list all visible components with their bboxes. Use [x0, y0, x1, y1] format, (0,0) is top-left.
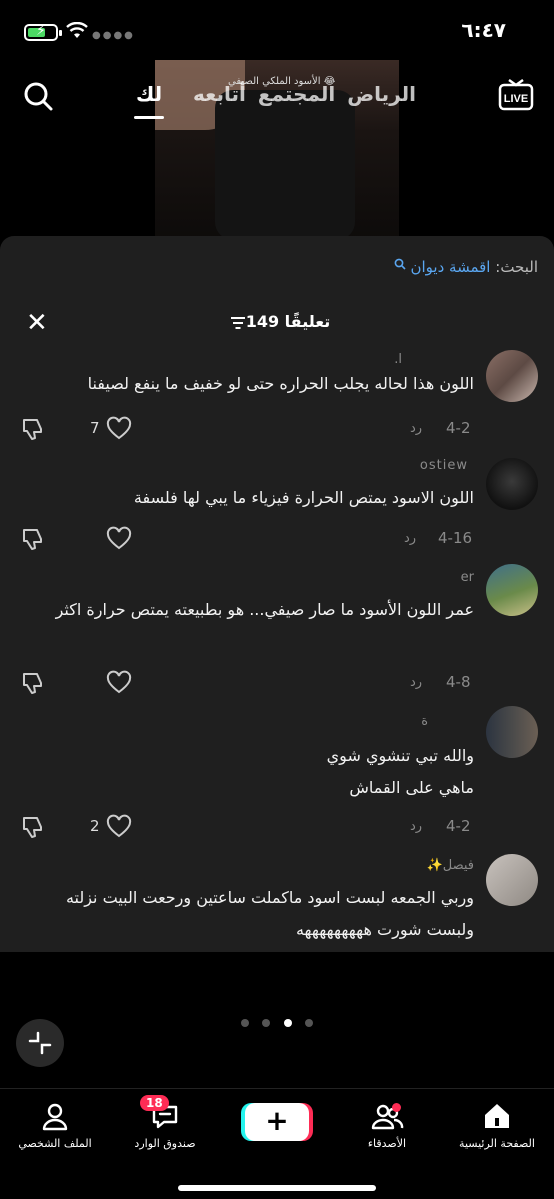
signal-icon: ●●●●	[92, 30, 135, 41]
comment-author[interactable]: فيصل✨	[427, 858, 474, 873]
comment-actions: 2 رد 4-2	[0, 814, 554, 840]
live-icon[interactable]: LIVE	[498, 78, 534, 114]
dislike-icon[interactable]	[20, 416, 46, 442]
nav-inbox[interactable]: 18 صندوق الوارد	[110, 1095, 220, 1150]
comment-actions: 7 رد 4-2	[0, 416, 554, 442]
comment-text: والله تبي تنشوي شوي ماهي على القماش	[326, 746, 474, 797]
avatar[interactable]	[486, 854, 538, 906]
nav-profile-label: الملف الشخصي	[18, 1137, 92, 1150]
nav-friends-label: الأصدقاء	[367, 1137, 407, 1150]
reply-button[interactable]: رد	[404, 531, 416, 546]
comment-text: اللون الاسود يمتص الحرارة فيزياء ما يبي …	[133, 488, 474, 507]
comment-date: 4-16	[438, 529, 473, 547]
profile-icon	[42, 1103, 68, 1131]
page-dot	[241, 1019, 250, 1027]
notification-dot	[392, 1103, 401, 1112]
comment-count-label: 149 تعليقًا	[245, 312, 331, 331]
comment-author[interactable]: ا.	[394, 352, 402, 367]
reply-button[interactable]: رد	[410, 819, 422, 834]
inbox-badge: 18	[140, 1095, 169, 1111]
svg-text:LIVE: LIVE	[504, 93, 528, 105]
nav-inbox-label: صندوق الوارد	[134, 1137, 196, 1150]
heart-icon[interactable]	[106, 670, 132, 696]
avatar[interactable]	[486, 458, 538, 510]
comment-actions: رد 4-16	[0, 526, 554, 552]
heart-icon[interactable]	[106, 526, 132, 552]
nav-home[interactable]: الصفحة الرئيسية	[442, 1101, 552, 1150]
sheet-header: ✕ 149 تعليقًا	[0, 310, 554, 338]
search-icon	[394, 258, 406, 270]
dislike-icon[interactable]	[20, 526, 46, 552]
like-count: 2	[90, 817, 100, 835]
nav-friends[interactable]: الأصدقاء	[332, 1101, 442, 1150]
sort-icon[interactable]	[230, 316, 246, 330]
plus-icon: +	[265, 1104, 289, 1137]
search-suggestion[interactable]: البحث: اقمشة ديوان	[394, 258, 538, 276]
top-nav: لك الرياض المجتمع أتابعه LIVE	[0, 78, 554, 120]
page-dot-active	[283, 1019, 292, 1027]
heart-icon[interactable]	[106, 814, 132, 840]
comment-actions: رد 4-8	[0, 670, 554, 696]
avatar[interactable]	[486, 350, 538, 402]
comments-sheet: البحث: اقمشة ديوان ✕ 149 تعليقًا ا. اللو…	[0, 236, 554, 952]
reply-button[interactable]: رد	[410, 675, 422, 690]
status-time: ٦:٤٧	[461, 18, 506, 42]
comment-author[interactable]: ة	[421, 714, 428, 729]
reply-button[interactable]: رد	[410, 421, 422, 436]
nav-home-label: الصفحة الرئيسية	[459, 1137, 535, 1150]
create-button[interactable]: +	[245, 1103, 309, 1141]
comment-text: اللون هذا لحاله يجلب الحراره حتى لو خفيف…	[87, 374, 474, 393]
dislike-icon[interactable]	[20, 814, 46, 840]
page-dot	[304, 1019, 313, 1027]
minimize-button[interactable]	[16, 1019, 64, 1067]
home-indicator	[178, 1185, 376, 1191]
tab-riyadh[interactable]: الرياض	[347, 82, 416, 106]
wifi-icon	[66, 22, 88, 38]
collapse-icon	[28, 1031, 52, 1055]
tab-community[interactable]: المجتمع	[258, 82, 335, 106]
avatar[interactable]	[486, 706, 538, 758]
search-icon[interactable]	[22, 80, 54, 112]
bottom-nav: الملف الشخصي 18 صندوق الوارد + الأصدقاء …	[0, 1088, 554, 1199]
tab-list: الرياض المجتمع أتابعه	[193, 82, 416, 106]
search-query[interactable]: اقمشة ديوان	[410, 258, 490, 276]
home-icon	[485, 1104, 509, 1128]
like-count: 7	[90, 419, 100, 437]
tab-underline	[134, 116, 164, 119]
comment-date: 4-2	[446, 419, 471, 437]
comment-date: 4-2	[446, 817, 471, 835]
nav-profile[interactable]: الملف الشخصي	[0, 1101, 110, 1150]
comment-author[interactable]: er	[461, 570, 474, 585]
comment-text: وربي الجمعه لبست اسود ماكملت ساعتين ورحع…	[65, 888, 474, 939]
page-dot	[262, 1019, 271, 1027]
tab-following[interactable]: أتابعه	[193, 82, 246, 106]
comment-date: 4-8	[446, 673, 471, 691]
tab-for-you[interactable]: لك	[136, 82, 162, 106]
dislike-icon[interactable]	[20, 670, 46, 696]
comment-count: 149 تعليقًا	[0, 312, 554, 331]
comment-author[interactable]: ostiew	[420, 458, 468, 473]
heart-icon[interactable]	[106, 416, 132, 442]
battery-icon: ⚡	[24, 23, 62, 41]
search-label: البحث:	[495, 258, 538, 276]
comment-text: عمر اللون الأسود ما صار صيفي... هو بطبيع…	[55, 600, 474, 619]
avatar[interactable]	[486, 564, 538, 616]
page-indicator	[0, 1012, 554, 1031]
status-bar: ⚡ ●●●● ٦:٤٧	[0, 0, 554, 60]
